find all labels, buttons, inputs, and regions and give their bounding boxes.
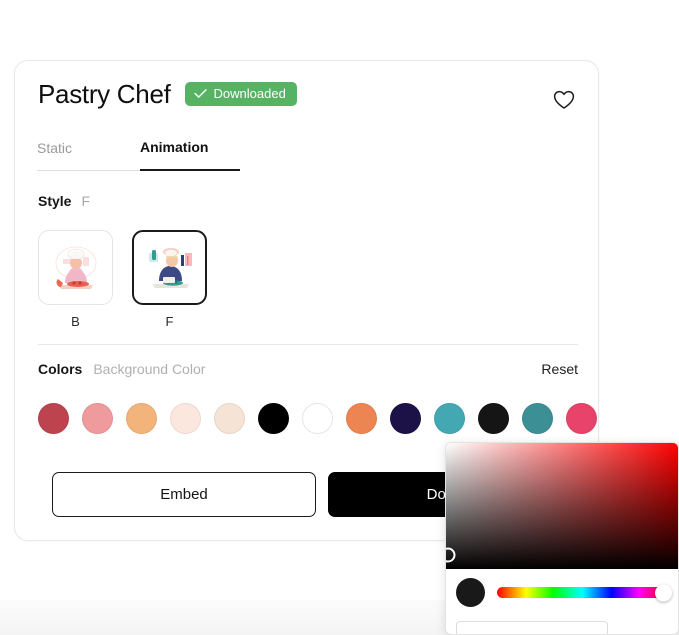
colors-sublabel: Background Color [93,361,206,377]
tab-static[interactable]: Static [37,139,140,171]
page-root: Pastry Chef Downloaded Static Animation … [0,0,679,635]
style-caption-f: F [165,314,174,329]
status-badge-label: Downloaded [213,86,286,101]
color-swatch[interactable] [302,403,333,434]
status-badge: Downloaded [184,82,297,106]
color-picker-controls [446,569,678,607]
color-swatch[interactable] [38,403,69,434]
style-option-f[interactable]: F [132,230,207,329]
color-picker-popover [445,442,679,635]
colors-section: Colors Background Color Reset [38,361,597,434]
color-swatch-list [38,403,597,434]
heart-outline-icon [553,90,575,109]
reset-button[interactable]: Reset [541,361,578,377]
color-preview-swatch [456,578,485,607]
style-option-b[interactable]: B [38,230,113,329]
color-swatch[interactable] [434,403,465,434]
style-thumbnail-f [132,230,207,305]
color-swatch[interactable] [82,403,113,434]
colors-section-header: Colors Background Color Reset [38,361,578,377]
color-swatch[interactable] [390,403,421,434]
style-selected-value: F [81,193,91,209]
hue-slider-handle[interactable] [655,584,672,601]
color-swatch[interactable] [522,403,553,434]
color-swatch[interactable] [170,403,201,434]
pastry-chef-illustration-f-icon [148,247,192,288]
color-swatch[interactable] [346,403,377,434]
style-option-list: B F [38,230,207,329]
hex-color-input[interactable] [456,621,608,634]
pastry-chef-illustration-b-icon [55,246,96,289]
style-caption-b: B [71,314,80,329]
color-swatch[interactable] [126,403,157,434]
colors-label: Colors [38,361,83,377]
color-swatch[interactable] [214,403,245,434]
check-icon [193,89,207,98]
style-section-header: Style F [38,193,207,209]
page-title: Pastry Chef [38,79,171,109]
style-thumbnail-b [38,230,113,305]
tab-bar: Static Animation [37,139,240,171]
saturation-value-area[interactable] [446,443,678,569]
style-label: Style [38,193,72,209]
card-header: Pastry Chef Downloaded [38,81,297,107]
tab-animation[interactable]: Animation [140,139,240,171]
style-section: Style F B F [38,193,207,329]
favorite-button[interactable] [550,86,578,114]
section-divider [38,344,578,345]
color-swatch[interactable] [566,403,597,434]
saturation-handle[interactable] [446,547,456,563]
color-swatch[interactable] [478,403,509,434]
embed-button[interactable]: Embed [52,472,316,517]
color-swatch[interactable] [258,403,289,434]
hue-slider[interactable] [497,584,672,601]
